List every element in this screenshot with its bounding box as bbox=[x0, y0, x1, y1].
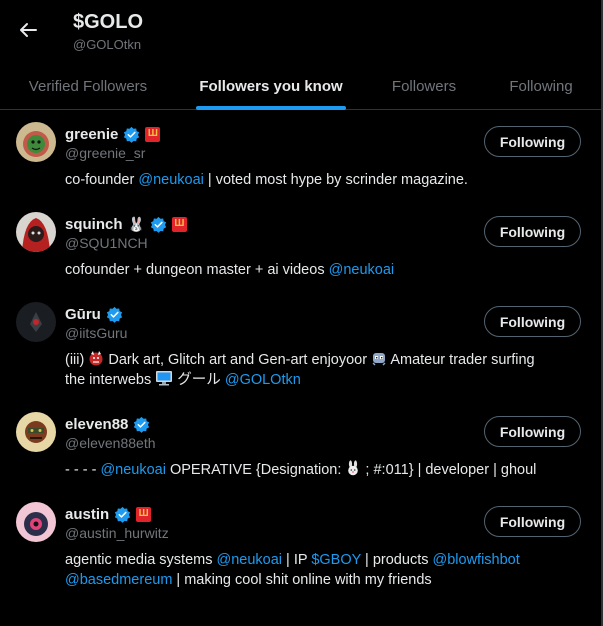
avatar-austin-icon bbox=[16, 502, 56, 542]
avatar-squinch-icon bbox=[16, 212, 56, 252]
ogre-emoji-icon bbox=[89, 351, 103, 366]
verified-badge-icon bbox=[106, 306, 122, 323]
affiliate-flag-icon: Ш bbox=[171, 216, 187, 232]
list-item[interactable]: austin Ш @austin_hurwitz Following agent… bbox=[0, 502, 601, 592]
user-handle: @greenie_sr bbox=[65, 145, 146, 161]
avatar[interactable] bbox=[16, 122, 56, 162]
tab-verified-followers[interactable]: Verified Followers bbox=[10, 62, 166, 110]
arrow-left-icon bbox=[20, 23, 37, 37]
user-handle: @eleven88eth bbox=[65, 435, 156, 451]
tab-following[interactable]: Following bbox=[498, 62, 584, 110]
affiliate-flag-icon: Ш bbox=[136, 506, 152, 522]
tab-followers[interactable]: Followers bbox=[376, 62, 472, 110]
page-handle: @GOLOtkn bbox=[73, 37, 142, 52]
following-button[interactable]: Following bbox=[484, 416, 581, 447]
user-bio: cofounder + dungeon master + ai videos @… bbox=[65, 262, 395, 278]
verified-badge-icon bbox=[124, 126, 140, 143]
desktop-computer-emoji-icon bbox=[156, 371, 173, 386]
following-button[interactable]: Following bbox=[484, 506, 581, 537]
cashtag-link[interactable]: $GBOY bbox=[311, 552, 361, 568]
user-name[interactable]: eleven88 bbox=[65, 416, 128, 433]
avatar[interactable] bbox=[16, 302, 56, 342]
profile-header: $GOLO @GOLOtkn bbox=[0, 0, 601, 62]
mention-link[interactable]: @neukoai bbox=[329, 262, 395, 278]
user-name[interactable]: Gūru bbox=[65, 306, 101, 323]
mention-link[interactable]: @blowfishbot bbox=[433, 552, 520, 568]
user-handle: @austin_hurwitz bbox=[65, 525, 169, 541]
user-name[interactable]: squinch bbox=[65, 216, 123, 233]
avatar[interactable] bbox=[16, 212, 56, 252]
following-button[interactable]: Following bbox=[484, 306, 581, 337]
page-title: $GOLO bbox=[73, 11, 144, 33]
user-handle: @SQU1NCH bbox=[65, 235, 148, 251]
back-button[interactable] bbox=[14, 16, 42, 44]
list-item[interactable]: Gūru @iitsGuru Following (iii) Dark art,… bbox=[0, 302, 601, 392]
user-handle: @iitsGuru bbox=[65, 325, 128, 341]
list-item[interactable]: greenie Ш @greenie_sr Following co-found… bbox=[0, 122, 601, 212]
tab-followers-you-know[interactable]: Followers you know bbox=[196, 62, 346, 110]
mention-link[interactable]: @GOLOtkn bbox=[225, 372, 301, 388]
avatar-greenie-icon bbox=[16, 122, 56, 162]
rabbit-emoji-icon bbox=[348, 460, 359, 476]
avatar[interactable] bbox=[16, 502, 56, 542]
user-name[interactable]: greenie bbox=[65, 126, 118, 143]
active-tab-indicator bbox=[196, 106, 346, 110]
rabbit-emoji-icon: 🐰 bbox=[127, 216, 145, 232]
mention-link[interactable]: @neukoai bbox=[100, 462, 166, 478]
tab-bar: Verified Followers Followers you know Fo… bbox=[0, 62, 601, 110]
user-bio: - - - - @neukoai OPERATIVE {Designation:… bbox=[65, 460, 537, 478]
following-button[interactable]: Following bbox=[484, 216, 581, 247]
alien-monster-emoji-icon bbox=[372, 353, 386, 366]
following-button[interactable]: Following bbox=[484, 126, 581, 157]
mention-link[interactable]: @neukoai bbox=[217, 552, 283, 568]
avatar[interactable] bbox=[16, 412, 56, 452]
avatar-eleven88-icon bbox=[16, 412, 56, 452]
user-name[interactable]: austin bbox=[65, 506, 109, 523]
verified-badge-icon bbox=[134, 416, 150, 433]
list-item[interactable]: squinch 🐰 Ш @SQU1NCH Following cofounder… bbox=[0, 212, 601, 302]
affiliate-flag-icon: Ш bbox=[145, 126, 161, 142]
verified-badge-icon bbox=[115, 506, 131, 523]
user-bio: (iii) Dark art, Glitch art and Gen-art e… bbox=[65, 351, 535, 388]
user-bio: co-founder @neukoai | voted most hype by… bbox=[65, 172, 468, 188]
verified-badge-icon bbox=[150, 216, 167, 233]
mention-link[interactable]: @neukoai bbox=[138, 172, 204, 188]
mention-link[interactable]: @basedmereum bbox=[65, 572, 172, 588]
list-item[interactable]: eleven88 @eleven88eth Following - - - - … bbox=[0, 412, 601, 502]
avatar-guru-icon bbox=[16, 302, 56, 342]
user-bio: agentic media systems @neukoai | IP $GBO… bbox=[65, 552, 520, 588]
